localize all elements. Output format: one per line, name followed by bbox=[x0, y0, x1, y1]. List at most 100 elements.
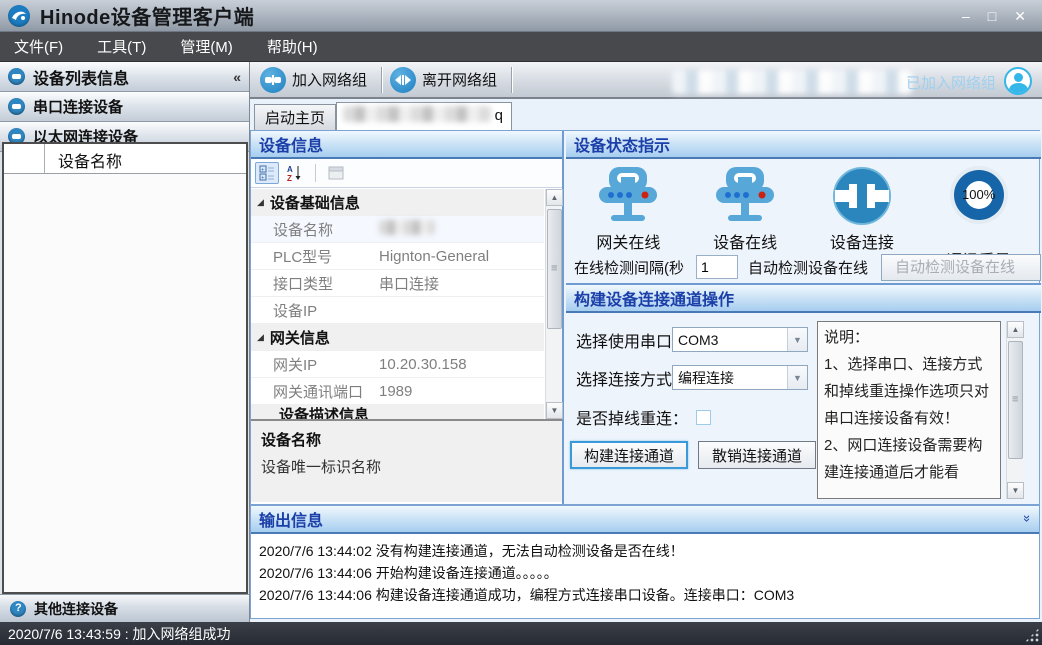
device-info-header: 设备信息 bbox=[251, 131, 562, 159]
toolbar-separator bbox=[511, 67, 512, 93]
device-online-indicator: 设备在线 bbox=[690, 165, 800, 253]
menu-bar: 文件(F) 工具(T) 管理(M) 帮助(H) bbox=[0, 32, 1042, 62]
reconnect-label: 是否掉线重连： bbox=[576, 405, 688, 429]
tab-home[interactable]: 启动主页 bbox=[254, 104, 336, 130]
note-scrollbar[interactable]: ▲ ▼ bbox=[1006, 321, 1023, 499]
censored-blur bbox=[379, 220, 435, 235]
sidebar-item-serial-devices[interactable]: 串口连接设备 bbox=[0, 92, 249, 122]
note-paragraph-2: 2、网口连接设备需要构建连接通道后才能看 bbox=[824, 432, 994, 486]
censored-blur bbox=[672, 70, 912, 94]
join-network-group-button[interactable]: 加入网络组 bbox=[256, 64, 377, 96]
tab-device[interactable]: q bbox=[336, 102, 512, 130]
serial-port-select[interactable]: COM3 ▼ bbox=[672, 327, 808, 352]
property-description-box: 设备名称 设备唯一标识名称 bbox=[251, 419, 562, 502]
log-line: 2020/7/6 13:44:02 没有构建连接通道，无法自动检测设备是否在线！ bbox=[259, 540, 1031, 562]
log-line: 2020/7/6 13:44:06 开始构建设备连接通道。。。。。 bbox=[259, 562, 1031, 584]
sidebar-title: 设备列表信息 bbox=[33, 65, 129, 89]
leave-network-group-button[interactable]: 离开网络组 bbox=[386, 64, 507, 96]
scroll-up-icon[interactable]: ▲ bbox=[1007, 321, 1024, 338]
property-pages-button[interactable] bbox=[324, 162, 348, 184]
build-channel-button[interactable]: 构建连接通道 bbox=[570, 441, 688, 469]
category-row-clipped[interactable]: 设备描述信息 bbox=[251, 405, 544, 419]
window-title: Hinode设备管理客户端 bbox=[40, 1, 254, 30]
tab-bar: 启动主页 q bbox=[250, 99, 1042, 130]
status-bar: 2020/7/6 13:43:59 : 加入网络组成功 bbox=[0, 622, 1042, 645]
title-bar: Hinode设备管理客户端 – □ ✕ bbox=[0, 0, 1042, 32]
connect-mode-label: 选择连接方式 bbox=[576, 366, 672, 390]
column-divider bbox=[44, 144, 45, 174]
note-title: 说明： bbox=[824, 324, 994, 351]
revoke-channel-button[interactable]: 散销连接通道 bbox=[698, 441, 816, 469]
close-button[interactable]: ✕ bbox=[1014, 9, 1026, 23]
chevron-down-icon[interactable]: ▼ bbox=[787, 366, 807, 389]
serial-select-label: 选择使用串口 bbox=[576, 328, 672, 352]
channel-controls: 选择使用串口 COM3 ▼ 选择连接方式 编程连接 ▼ 是否掉线重连： 构建连接… bbox=[566, 313, 1041, 525]
sidebar-item-other-devices[interactable]: 其他连接设备 bbox=[0, 594, 249, 622]
scroll-down-icon[interactable]: ▼ bbox=[546, 402, 563, 419]
device-connect-indicator: 设备连接 bbox=[807, 165, 917, 253]
auto-detect-label: 自动检测设备在线 bbox=[748, 257, 868, 278]
toolbar-separator bbox=[381, 67, 382, 93]
censored-blur bbox=[343, 106, 491, 122]
chevron-down-icon[interactable]: ▼ bbox=[787, 328, 807, 351]
category-row[interactable]: ◢ 设备基础信息 bbox=[251, 189, 544, 216]
instruction-note: 说明： 1、选择串口、连接方式和掉线重连操作选项只对串口连接设备有效！ 2、网口… bbox=[817, 321, 1001, 499]
main-content: 设备信息 ++ AZ ◢ 设备基础信息 设备名称 PLC型 bbox=[250, 130, 1040, 505]
detect-interval-input[interactable] bbox=[696, 255, 738, 279]
connect-mode-select[interactable]: 编程连接 ▼ bbox=[672, 365, 808, 390]
menu-help[interactable]: 帮助(H) bbox=[267, 36, 318, 57]
property-row-plc-model[interactable]: PLC型号 Hignton-General bbox=[251, 243, 544, 270]
toolbar-separator bbox=[315, 164, 316, 182]
network-status-label: 已加入网络组 bbox=[906, 72, 996, 93]
property-grid-scrollbar[interactable]: ▲ ▼ bbox=[545, 189, 562, 419]
leave-network-icon bbox=[390, 67, 416, 93]
reconnect-checkbox[interactable] bbox=[696, 410, 711, 425]
other-device-icon bbox=[10, 601, 26, 617]
categorized-view-button[interactable]: ++ bbox=[255, 162, 279, 184]
collapse-triangle-icon: ◢ bbox=[257, 332, 264, 343]
detect-interval-label: 在线检测间隔(秒 bbox=[574, 257, 696, 278]
user-avatar[interactable] bbox=[1004, 67, 1032, 95]
svg-text:A: A bbox=[287, 165, 293, 174]
description-text: 设备唯一标识名称 bbox=[261, 456, 552, 477]
sidebar-header[interactable]: 设备列表信息 « bbox=[0, 62, 249, 92]
property-row-device-name[interactable]: 设备名称 bbox=[251, 216, 544, 243]
menu-tools[interactable]: 工具(T) bbox=[97, 36, 146, 57]
scrollbar-thumb[interactable] bbox=[1008, 341, 1023, 459]
output-panel: 输出信息 » 2020/7/6 13:44:02 没有构建连接通道，无法自动检测… bbox=[250, 505, 1040, 619]
scroll-down-icon[interactable]: ▼ bbox=[1007, 482, 1024, 499]
device-info-panel: 设备信息 ++ AZ ◢ 设备基础信息 设备名称 PLC型 bbox=[251, 131, 564, 504]
device-list-sidebar: 设备列表信息 « 串口连接设备 以太网连接设备 设备名称 其他连接设备 bbox=[0, 62, 250, 622]
menu-file[interactable]: 文件(F) bbox=[14, 36, 63, 57]
minimize-button[interactable]: – bbox=[962, 9, 970, 23]
category-row[interactable]: ◢ 网关信息 bbox=[251, 324, 544, 351]
device-status-header: 设备状态指示 bbox=[566, 131, 1041, 159]
device-name-column-header: 设备名称 bbox=[58, 148, 122, 172]
device-list-icon bbox=[8, 68, 25, 85]
scrollbar-thumb[interactable] bbox=[547, 209, 562, 329]
output-header: 输出信息 » bbox=[251, 506, 1039, 534]
collapse-triangle-icon: ◢ bbox=[257, 197, 264, 208]
online-detect-row: 在线检测间隔(秒 自动检测设备在线 自动检测设备在线 bbox=[566, 251, 1041, 285]
scroll-up-icon[interactable]: ▲ bbox=[546, 189, 563, 206]
device-tree-header[interactable]: 设备名称 bbox=[4, 144, 246, 174]
auto-detect-button[interactable]: 自动检测设备在线 bbox=[881, 254, 1041, 281]
alphabetical-sort-button[interactable]: AZ bbox=[283, 162, 307, 184]
maximize-button[interactable]: □ bbox=[988, 9, 996, 23]
property-row-interface-type[interactable]: 接口类型 串口连接 bbox=[251, 270, 544, 297]
right-panel: 设备状态指示 网关在线 bbox=[566, 131, 1041, 504]
property-row-gateway-ip[interactable]: 网关IP 10.20.30.158 bbox=[251, 351, 544, 378]
menu-manage[interactable]: 管理(M) bbox=[180, 36, 233, 57]
svg-text:+: + bbox=[261, 176, 265, 182]
property-row-gateway-port[interactable]: 网关通讯端口 1989 bbox=[251, 378, 544, 405]
svg-text:Z: Z bbox=[287, 174, 292, 182]
collapse-chevron-icon[interactable]: » bbox=[1020, 515, 1035, 522]
status-bar-message: 2020/7/6 13:43:59 : 加入网络组成功 bbox=[8, 624, 231, 644]
property-row-device-ip[interactable]: 设备IP bbox=[251, 297, 544, 324]
sidebar-collapse-icon[interactable]: « bbox=[233, 69, 241, 85]
note-paragraph-1: 1、选择串口、连接方式和掉线重连操作选项只对串口连接设备有效！ bbox=[824, 351, 994, 432]
gateway-online-indicator: 网关在线 bbox=[573, 165, 683, 253]
app-logo-icon bbox=[8, 5, 30, 27]
property-grid: ◢ 设备基础信息 设备名称 PLC型号 Hignton-General 接口类型… bbox=[251, 189, 544, 419]
device-tree: 设备名称 bbox=[2, 142, 248, 594]
